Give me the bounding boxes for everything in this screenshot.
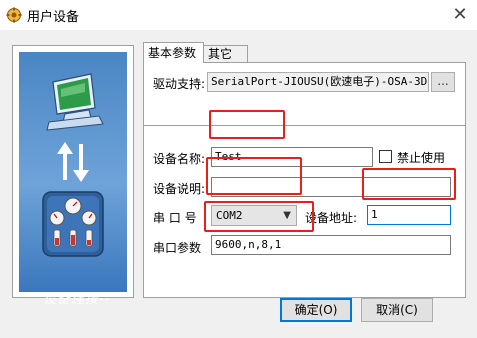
dialog-client: 设备连接-- 基本参数 其它 驱动支持: SerialPort-JIOUSU(欧… [0,30,477,338]
port-select[interactable]: COM2 ▼ [211,205,297,226]
device-address-field[interactable]: 1 [367,205,451,225]
serial-params-field[interactable]: 9600,n,8,1 [211,235,451,255]
device-desc-field[interactable] [211,177,451,197]
divider [144,125,465,127]
port-label: 串 口 号 [153,211,197,225]
window-title: 用户设备 [27,10,80,25]
device-connect-illustration: 设备连接-- [19,52,127,307]
driver-label: 驱动支持: [153,77,206,91]
ok-button[interactable]: 确定(O) [280,298,352,322]
disable-checkbox[interactable] [379,150,392,163]
cancel-button[interactable]: 取消(C) [361,298,433,322]
basic-params-page: 驱动支持: SerialPort-JIOUSU(欧速电子)-OSA-3D ...… [143,62,466,298]
tab-other[interactable]: 其它 [203,45,248,63]
device-name-field[interactable]: Test [211,147,373,167]
device-address-label: 设备地址: [305,211,358,225]
title-bar: 用户设备 ✕ [0,0,477,30]
device-desc-label: 设备说明: [153,182,206,196]
device-connect-caption: 设备连接-- [43,292,111,307]
disable-label: 禁止使用 [397,151,446,165]
app-icon [6,7,22,23]
port-value: COM2 [216,209,243,222]
device-name-label: 设备名称: [153,152,206,166]
chevron-down-icon: ▼ [283,210,291,221]
close-icon[interactable]: ✕ [447,3,473,27]
serial-params-label: 串口参数 [153,241,202,255]
computer-device-icon [42,73,104,257]
driver-field: SerialPort-JIOUSU(欧速电子)-OSA-3D [207,72,429,92]
driver-browse-button[interactable]: ... [431,72,455,92]
tab-basic-params[interactable]: 基本参数 [143,42,204,63]
illustration-panel: 设备连接-- [12,45,134,307]
